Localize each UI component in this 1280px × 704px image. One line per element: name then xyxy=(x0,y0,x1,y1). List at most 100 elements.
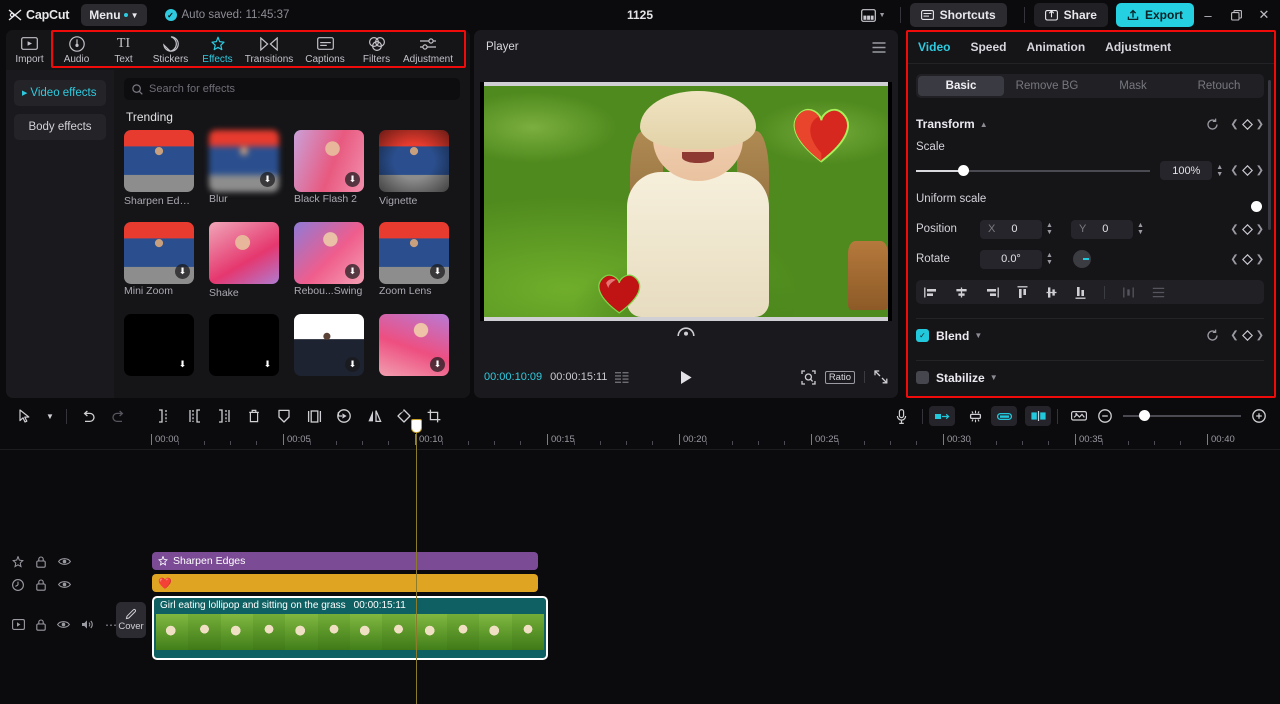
link-av-button[interactable] xyxy=(991,406,1017,426)
minimize-button[interactable]: – xyxy=(1194,0,1222,30)
download-icon[interactable]: ⬇ xyxy=(260,357,275,372)
stepper-down-icon[interactable]: ▼ xyxy=(1216,171,1223,178)
split-button[interactable] xyxy=(149,404,179,428)
freeze-button[interactable] xyxy=(269,404,299,428)
download-icon[interactable]: ⬇ xyxy=(175,357,190,372)
download-icon[interactable]: ⬇ xyxy=(345,357,360,372)
align-bottom-icon[interactable] xyxy=(1075,286,1086,299)
rotate-dial[interactable] xyxy=(1072,250,1091,268)
effect-item[interactable]: ⬇ xyxy=(124,314,194,376)
playback-speed-arc[interactable] xyxy=(474,326,898,337)
crop-handle-bottom[interactable] xyxy=(484,317,888,321)
right-panel-scrollbar[interactable] xyxy=(1268,80,1271,230)
tool-adjustment[interactable]: Adjustment xyxy=(400,31,456,69)
tab-speed[interactable]: Speed xyxy=(970,40,1006,54)
scale-keyframe-control[interactable]: ❮ ❯ xyxy=(1230,165,1264,176)
effect-item[interactable]: Shake xyxy=(209,222,279,299)
select-dropdown-button[interactable]: ▼ xyxy=(40,404,60,428)
zoom-out-button[interactable] xyxy=(1094,404,1116,428)
download-icon[interactable]: ⬇ xyxy=(345,172,360,187)
menu-button[interactable]: Menu ▼ xyxy=(81,4,147,26)
subtab-basic[interactable]: Basic xyxy=(918,76,1004,96)
subtab-retouch[interactable]: Retouch xyxy=(1176,76,1262,96)
chevron-down-icon[interactable]: ▼ xyxy=(990,373,998,382)
play-button[interactable] xyxy=(474,370,898,385)
distribute-v-icon[interactable] xyxy=(1152,287,1165,298)
ripple-delete-button[interactable] xyxy=(929,406,955,426)
hamburger-icon[interactable] xyxy=(872,41,886,53)
keyframe-icon[interactable] xyxy=(1241,253,1253,265)
eye-icon[interactable] xyxy=(57,620,70,629)
position-y-stepper[interactable]: ▲ ▼ xyxy=(1137,222,1144,236)
tab-video[interactable]: Video xyxy=(918,40,950,54)
effect-item[interactable]: Sharpen Edges xyxy=(124,130,194,207)
chevron-up-icon[interactable]: ▲ xyxy=(980,120,988,129)
volume-icon[interactable] xyxy=(81,619,94,630)
stepper-down-icon[interactable]: ▼ xyxy=(1046,259,1053,266)
zoom-in-button[interactable] xyxy=(1248,404,1270,428)
export-button[interactable]: Export xyxy=(1115,3,1194,27)
align-center-h-icon[interactable] xyxy=(955,287,968,298)
keyframe-icon[interactable] xyxy=(1241,223,1253,235)
chevron-down-icon[interactable]: ▼ xyxy=(974,331,982,340)
cover-button[interactable]: Cover xyxy=(116,602,146,638)
position-keyframe-control[interactable]: ❮ ❯ xyxy=(1230,223,1264,235)
download-icon[interactable]: ⬇ xyxy=(260,172,275,187)
align-top-icon[interactable] xyxy=(1017,285,1028,299)
reverse-button[interactable] xyxy=(329,404,359,428)
position-x-stepper[interactable]: ▲ ▼ xyxy=(1046,222,1053,236)
stepper-up-icon[interactable]: ▲ xyxy=(1137,222,1144,229)
effect-item[interactable]: ⬇ xyxy=(294,314,364,376)
snap-button[interactable] xyxy=(963,404,987,428)
scale-value-input[interactable]: 100% xyxy=(1160,161,1213,180)
effect-item[interactable]: ⬇ Zoom Lens xyxy=(379,222,449,299)
playhead-grip[interactable] xyxy=(411,419,422,433)
effect-item[interactable]: Vignette xyxy=(379,130,449,207)
trim-right-button[interactable] xyxy=(209,404,239,428)
align-right-icon[interactable] xyxy=(986,287,999,298)
chevron-right-icon[interactable]: ❯ xyxy=(1256,119,1264,130)
download-icon[interactable]: ⬇ xyxy=(430,357,445,372)
preview-toggle-button[interactable] xyxy=(1064,404,1094,428)
effect-item[interactable]: ⬇ Mini Zoom xyxy=(124,222,194,299)
search-effects-bar[interactable]: Search for effects xyxy=(124,78,460,100)
tool-transitions[interactable]: Transitions xyxy=(241,31,297,69)
align-left-icon[interactable] xyxy=(924,287,937,298)
chevron-left-icon[interactable]: ❮ xyxy=(1230,330,1238,341)
blend-checkbox[interactable]: ✓ xyxy=(916,329,929,342)
layout-button[interactable]: ▼ xyxy=(856,6,891,25)
timeline-zoom-knob[interactable] xyxy=(1139,410,1150,421)
record-button[interactable] xyxy=(886,404,916,428)
sidebar-item-body-effects[interactable]: Body effects xyxy=(14,114,106,140)
subtab-mask[interactable]: Mask xyxy=(1090,76,1176,96)
tool-effects[interactable]: Effects xyxy=(194,31,241,69)
video-preview-stage[interactable] xyxy=(480,82,892,321)
auto-split-button[interactable] xyxy=(1025,406,1051,426)
undo-button[interactable] xyxy=(73,404,103,428)
scale-slider-knob[interactable] xyxy=(958,164,970,176)
align-middle-v-icon[interactable] xyxy=(1046,286,1057,299)
chevron-right-icon[interactable]: ❯ xyxy=(1256,224,1264,235)
rotate-stepper[interactable]: ▲ ▼ xyxy=(1046,252,1053,266)
sidebar-item-video-effects[interactable]: ▶ Video effects xyxy=(14,80,106,106)
tool-captions[interactable]: Captions xyxy=(297,31,353,69)
stepper-up-icon[interactable]: ▲ xyxy=(1216,164,1223,171)
scale-stepper[interactable]: ▲ ▼ xyxy=(1216,164,1223,178)
tool-stickers[interactable]: Stickers xyxy=(147,31,194,69)
effect-item[interactable]: ⬇ Rebou...Swing xyxy=(294,222,364,299)
lock-icon[interactable] xyxy=(36,578,46,591)
mirror-button[interactable] xyxy=(359,404,389,428)
download-icon[interactable]: ⬇ xyxy=(345,264,360,279)
stabilize-checkbox[interactable] xyxy=(916,371,929,384)
keyframe-icon[interactable] xyxy=(1241,118,1253,130)
timeline-zoom-slider[interactable] xyxy=(1123,410,1241,421)
tab-animation[interactable]: Animation xyxy=(1026,40,1085,54)
chevron-left-icon[interactable]: ❮ xyxy=(1230,165,1238,176)
effect-item[interactable]: ⬇ xyxy=(379,314,449,376)
download-icon[interactable]: ⬇ xyxy=(175,264,190,279)
rotate-input[interactable]: 0.0° xyxy=(980,249,1042,269)
chevron-right-icon[interactable]: ❯ xyxy=(1256,165,1264,176)
video-clip[interactable]: Girl eating lollipop and sitting on the … xyxy=(152,596,548,660)
sticker-clip[interactable]: ❤️ xyxy=(152,574,538,592)
redo-button[interactable] xyxy=(103,404,133,428)
